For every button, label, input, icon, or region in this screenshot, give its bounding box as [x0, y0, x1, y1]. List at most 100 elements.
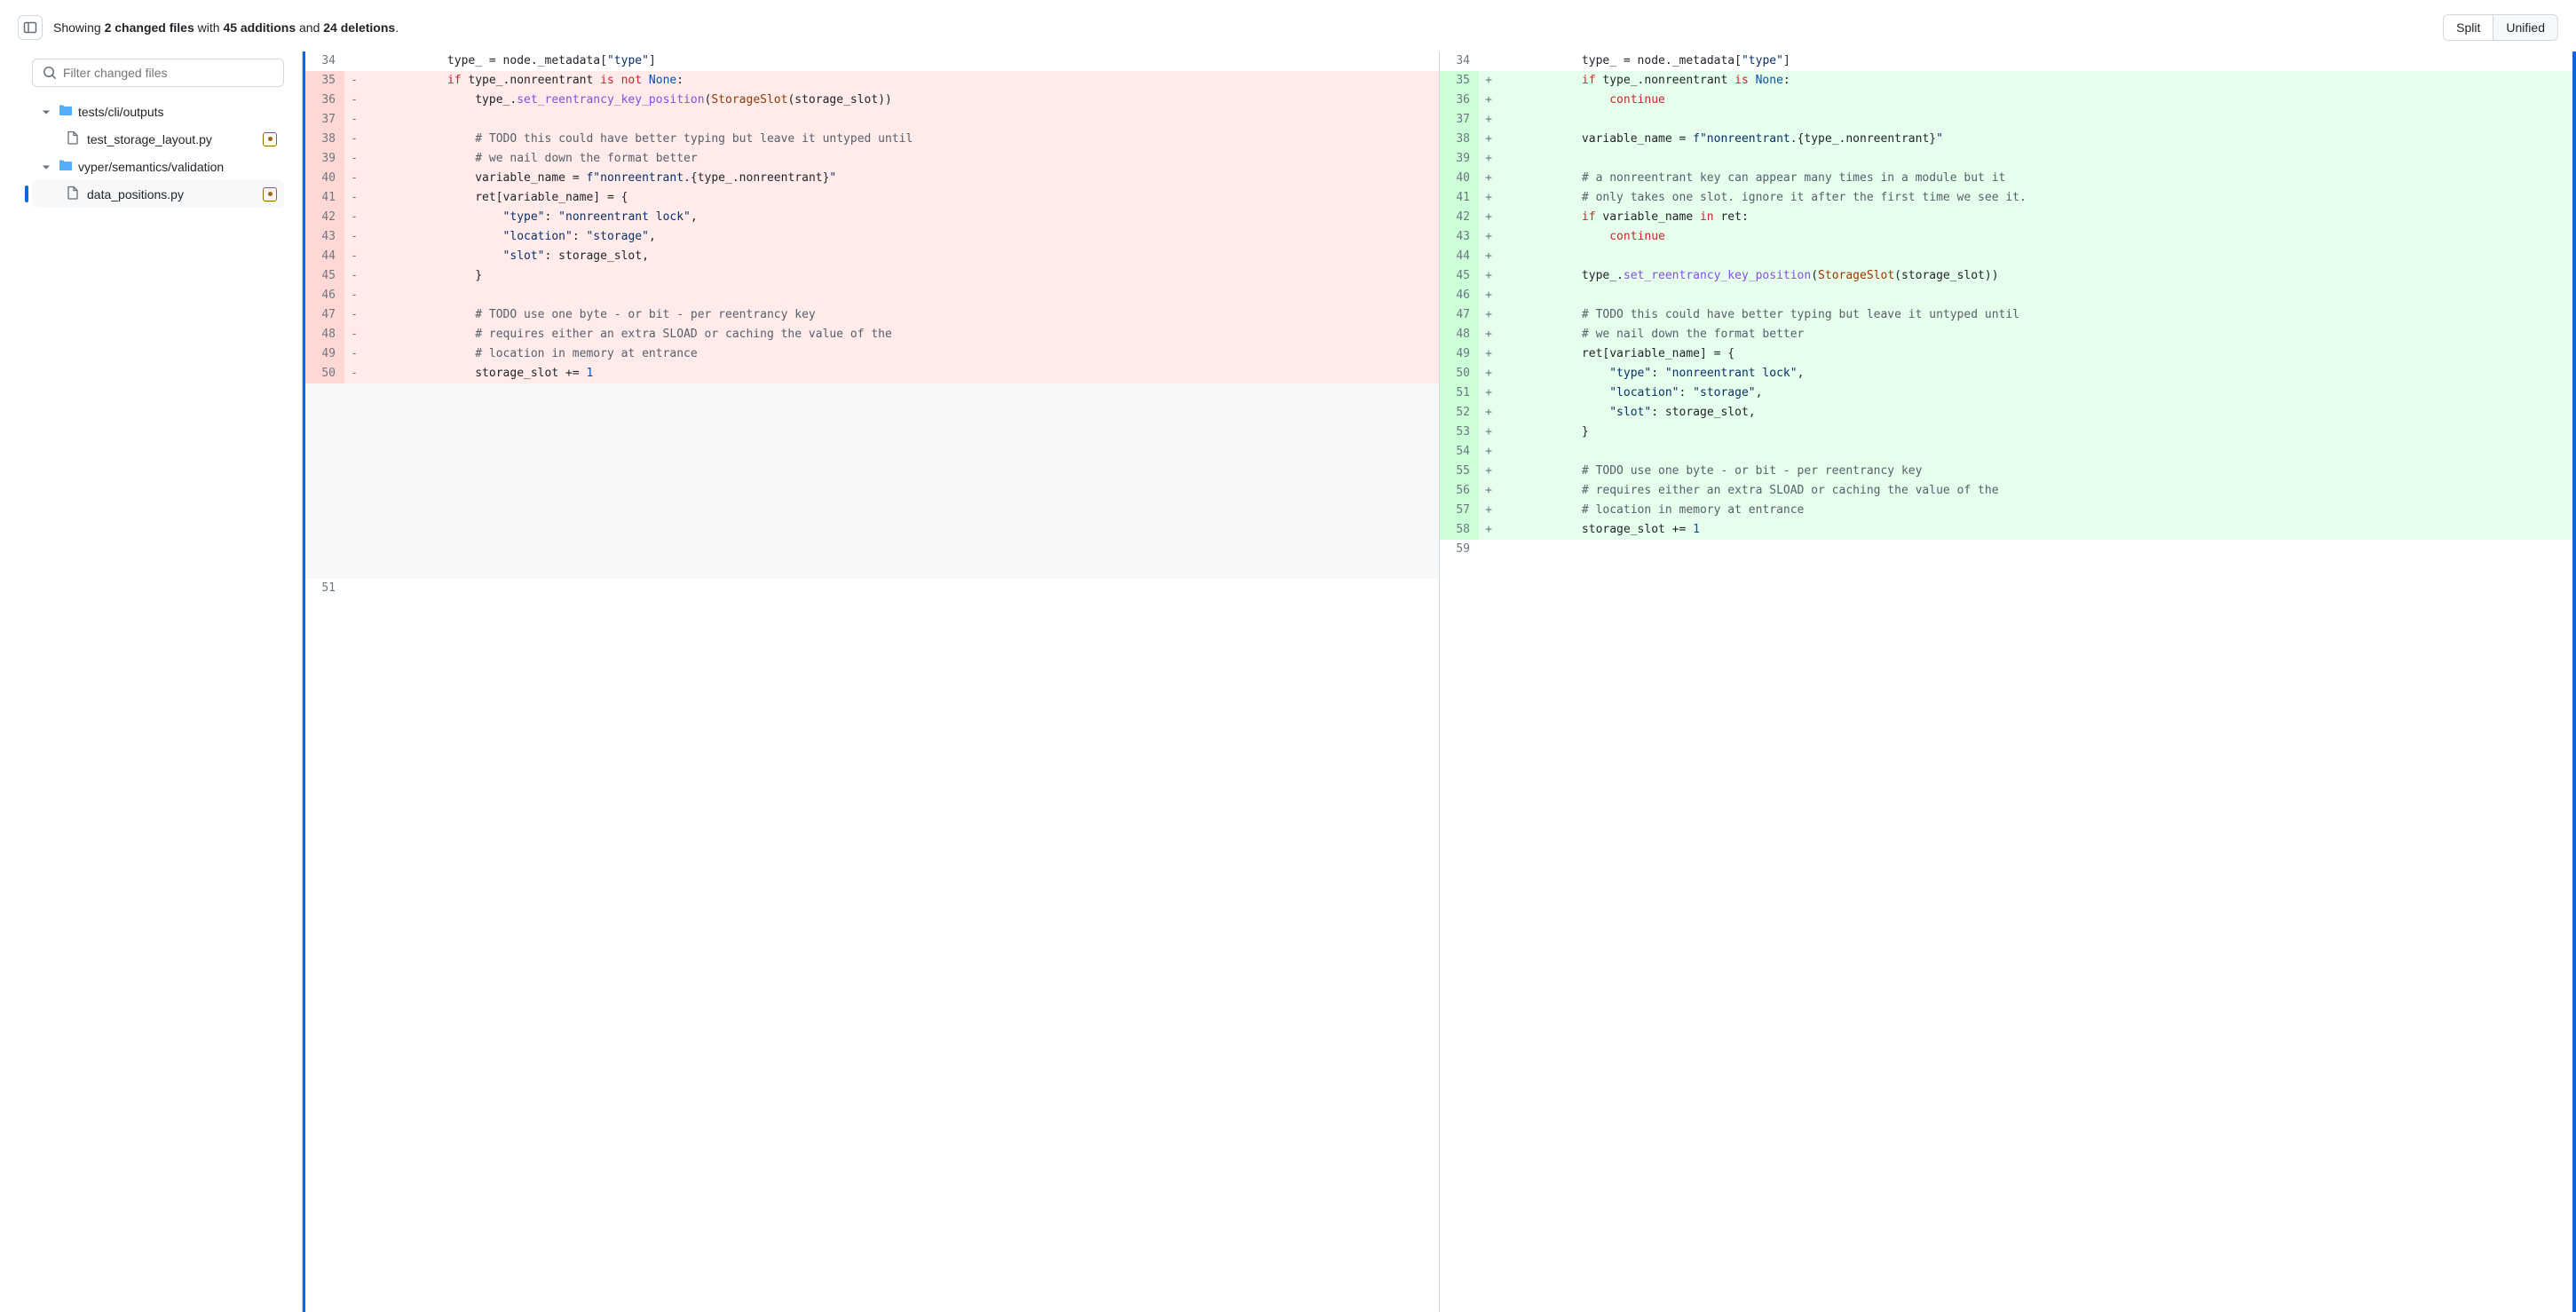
- diff-row[interactable]: 46+: [1440, 286, 2572, 305]
- diff-marker: +: [1479, 481, 1498, 501]
- diff-row[interactable]: 36- type_.set_reentrancy_key_position(St…: [305, 91, 1439, 110]
- diff-summary: Showing 2 changed files with 45 addition…: [53, 20, 399, 35]
- diff-row[interactable]: 53+ }: [1440, 423, 2572, 442]
- filter-files-input[interactable]: [32, 59, 284, 87]
- diff-row[interactable]: 40+ # a nonreentrant key can appear many…: [1440, 169, 2572, 188]
- diff-row[interactable]: 45+ type_.set_reentrancy_key_position(St…: [1440, 266, 2572, 286]
- code-line: ret[variable_name] = {: [1498, 344, 2572, 364]
- line-number: 36: [305, 91, 344, 110]
- code-line: "type": "nonreentrant lock",: [1498, 364, 2572, 383]
- modified-icon: [263, 187, 277, 202]
- tree-file-test-storage-layout[interactable]: test_storage_layout.py: [32, 125, 284, 153]
- split-view-button[interactable]: Split: [2443, 14, 2493, 41]
- diff-row[interactable]: 55+ # TODO use one byte - or bit - per r…: [1440, 462, 2572, 481]
- diff-marker: +: [1479, 149, 1498, 169]
- line-number: [305, 403, 344, 423]
- diff-row[interactable]: [305, 423, 1439, 442]
- diff-row[interactable]: [305, 481, 1439, 501]
- code-line: type_.set_reentrancy_key_position(Storag…: [364, 91, 1439, 110]
- diff-row[interactable]: 51: [305, 579, 1439, 598]
- diff-row[interactable]: 49+ ret[variable_name] = {: [1440, 344, 2572, 364]
- diff-marker: [344, 442, 364, 462]
- code-line: # requires either an extra SLOAD or cach…: [1498, 481, 2572, 501]
- collapse-sidebar-button[interactable]: [18, 15, 43, 40]
- diff-row[interactable]: 37-: [305, 110, 1439, 130]
- line-number: 36: [1440, 91, 1479, 110]
- diff-row[interactable]: [305, 540, 1439, 559]
- diff-row[interactable]: 43+ continue: [1440, 227, 2572, 247]
- diff-row[interactable]: 52+ "slot": storage_slot,: [1440, 403, 2572, 423]
- code-line: variable_name = f"nonreentrant.{type_.no…: [364, 169, 1439, 188]
- diff-marker: [1479, 51, 1498, 71]
- diff-row[interactable]: 49- # location in memory at entrance: [305, 344, 1439, 364]
- line-number: 38: [1440, 130, 1479, 149]
- diff-row[interactable]: 50+ "type": "nonreentrant lock",: [1440, 364, 2572, 383]
- code-line: [364, 403, 1439, 423]
- diff-row[interactable]: 41- ret[variable_name] = {: [305, 188, 1439, 208]
- diff-row[interactable]: 50- storage_slot += 1: [305, 364, 1439, 383]
- diff-row[interactable]: 57+ # location in memory at entrance: [1440, 501, 2572, 520]
- diff-row[interactable]: 56+ # requires either an extra SLOAD or …: [1440, 481, 2572, 501]
- diff-row[interactable]: 48- # requires either an extra SLOAD or …: [305, 325, 1439, 344]
- diff-row[interactable]: 47+ # TODO this could have better typing…: [1440, 305, 2572, 325]
- diff-row[interactable]: [305, 501, 1439, 520]
- code-line: [364, 579, 1439, 598]
- diff-row[interactable]: 36+ continue: [1440, 91, 2572, 110]
- tree-file-data-positions[interactable]: data_positions.py: [32, 180, 284, 208]
- folder-label: tests/cli/outputs: [78, 105, 164, 119]
- unified-view-button[interactable]: Unified: [2493, 14, 2558, 41]
- diff-row[interactable]: [305, 442, 1439, 462]
- diff-marker: [344, 383, 364, 403]
- diff-row[interactable]: 34 type_ = node._metadata["type"]: [305, 51, 1439, 71]
- diff-row[interactable]: [305, 383, 1439, 403]
- diff-row[interactable]: 37+: [1440, 110, 2572, 130]
- diff-row[interactable]: 35- if type_.nonreentrant is not None:: [305, 71, 1439, 91]
- diff-marker: +: [1479, 462, 1498, 481]
- line-number: 46: [1440, 286, 1479, 305]
- diff-row[interactable]: 43- "location": "storage",: [305, 227, 1439, 247]
- code-line: # a nonreentrant key can appear many tim…: [1498, 169, 2572, 188]
- diff-row[interactable]: 34 type_ = node._metadata["type"]: [1440, 51, 2572, 71]
- diff-row[interactable]: 44- "slot": storage_slot,: [305, 247, 1439, 266]
- tree-folder-vyper[interactable]: vyper/semantics/validation: [32, 153, 284, 180]
- diff-row[interactable]: 54+: [1440, 442, 2572, 462]
- diff-row[interactable]: 38+ variable_name = f"nonreentrant.{type…: [1440, 130, 2572, 149]
- code-line: [364, 540, 1439, 559]
- diff-row[interactable]: [305, 462, 1439, 481]
- diff-row[interactable]: 39- # we nail down the format better: [305, 149, 1439, 169]
- diff-marker: -: [344, 364, 364, 383]
- diff-row[interactable]: 42- "type": "nonreentrant lock",: [305, 208, 1439, 227]
- tree-folder-tests[interactable]: tests/cli/outputs: [32, 98, 284, 125]
- diff-marker: -: [344, 247, 364, 266]
- diff-row[interactable]: 39+: [1440, 149, 2572, 169]
- diff-row[interactable]: 59: [1440, 540, 2572, 559]
- line-number: 58: [1440, 520, 1479, 540]
- diff-row[interactable]: 47- # TODO use one byte - or bit - per r…: [305, 305, 1439, 325]
- diff-marker: +: [1479, 130, 1498, 149]
- diff-row[interactable]: [305, 403, 1439, 423]
- diff-marker: +: [1479, 208, 1498, 227]
- diff-marker: +: [1479, 286, 1498, 305]
- diff-row[interactable]: 42+ if variable_name in ret:: [1440, 208, 2572, 227]
- diff-row[interactable]: [305, 520, 1439, 540]
- line-number: 45: [305, 266, 344, 286]
- diff-row[interactable]: [305, 559, 1439, 579]
- line-number: 49: [305, 344, 344, 364]
- diff-row[interactable]: 51+ "location": "storage",: [1440, 383, 2572, 403]
- code-line: [364, 286, 1439, 305]
- line-number: [305, 442, 344, 462]
- chevron-down-icon: [39, 162, 53, 172]
- diff-row[interactable]: 38- # TODO this could have better typing…: [305, 130, 1439, 149]
- diff-row[interactable]: 46-: [305, 286, 1439, 305]
- diff-row[interactable]: 58+ storage_slot += 1: [1440, 520, 2572, 540]
- diff-row[interactable]: 41+ # only takes one slot. ignore it aft…: [1440, 188, 2572, 208]
- line-number: 39: [305, 149, 344, 169]
- diff-row[interactable]: 40- variable_name = f"nonreentrant.{type…: [305, 169, 1439, 188]
- diff-row[interactable]: 44+: [1440, 247, 2572, 266]
- code-line: continue: [1498, 227, 2572, 247]
- diff-row[interactable]: 45- }: [305, 266, 1439, 286]
- line-number: 54: [1440, 442, 1479, 462]
- diff-row[interactable]: 48+ # we nail down the format better: [1440, 325, 2572, 344]
- code-line: # TODO use one byte - or bit - per reent…: [1498, 462, 2572, 481]
- diff-row[interactable]: 35+ if type_.nonreentrant is None:: [1440, 71, 2572, 91]
